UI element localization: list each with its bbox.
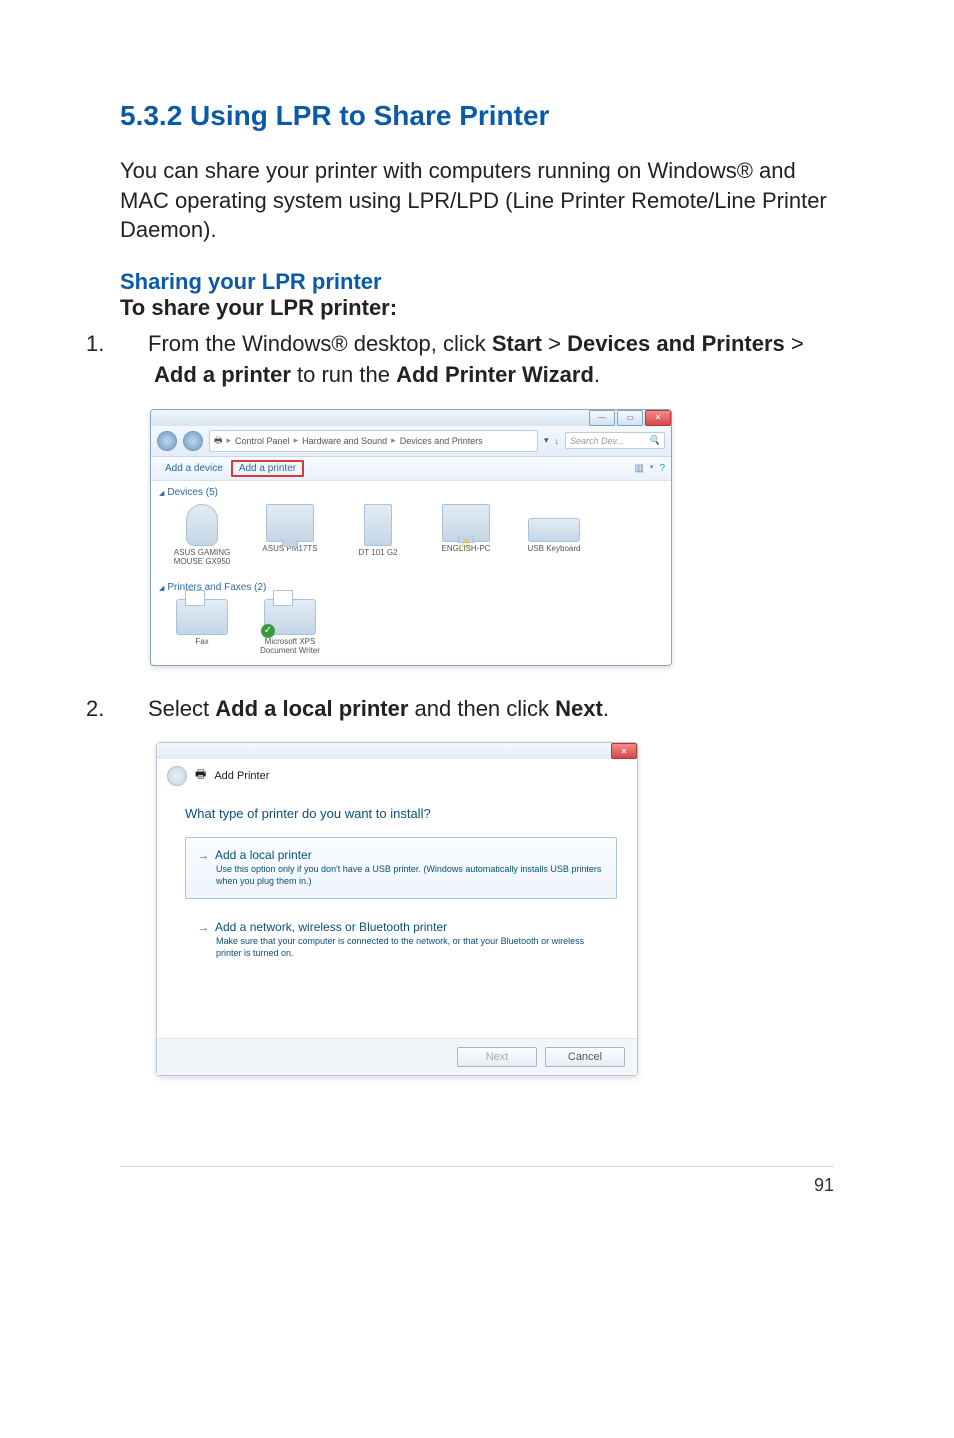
search-icon: 🔍 xyxy=(649,435,660,446)
refresh-icon[interactable]: ↓ xyxy=(555,436,560,446)
printer-icon xyxy=(264,599,316,635)
screenshot-add-printer-wizard: ✕ 🖶 Add Printer What type of printer do … xyxy=(156,742,638,1076)
group-devices-row: ASUS GAMING MOUSE GX950 ASUS PM17TS DT 1… xyxy=(151,500,671,576)
wizard-next-button[interactable]: Next xyxy=(457,1047,537,1067)
step-2-suffix: . xyxy=(603,696,609,721)
option-desc: Use this option only if you don't have a… xyxy=(216,864,604,887)
device-label: ASUS GAMING MOUSE GX950 xyxy=(174,548,230,566)
step-2: 2.Select Add a local printer and then cl… xyxy=(120,694,834,725)
page-number: 91 xyxy=(814,1175,834,1195)
step-1-suffix: . xyxy=(594,362,600,387)
group-printers-header[interactable]: ◢Printers and Faxes (2) xyxy=(151,576,671,595)
device-label: Fax xyxy=(195,637,208,646)
subheading-sharing: Sharing your LPR printer xyxy=(120,269,834,295)
group-printers-title: Printers and Faxes (2) xyxy=(167,582,266,593)
subheading-toshare: To share your LPR printer: xyxy=(120,295,834,321)
wizard-title: Add Printer xyxy=(214,770,269,782)
arrow-icon: → xyxy=(198,922,209,934)
step-2-num: 2. xyxy=(120,694,148,725)
drive-icon xyxy=(364,504,392,546)
group-printers-row: Fax Microsoft XPS Document Writer xyxy=(151,595,671,665)
nav-forward-button[interactable] xyxy=(183,431,203,451)
breadcrumb[interactable]: 🖶 ▸ Control Panel ▸ Hardware and Sound ▸… xyxy=(209,430,538,452)
arrow-icon: → xyxy=(198,850,209,862)
device-item[interactable]: ENGLISH-PC xyxy=(429,504,503,566)
search-input[interactable]: Search Dev... 🔍 xyxy=(565,432,665,449)
breadcrumb-part-0[interactable]: Control Panel xyxy=(235,436,290,446)
step-1-start: Start xyxy=(492,331,542,356)
device-item[interactable]: USB Keyboard xyxy=(517,504,591,566)
option-add-network-printer[interactable]: → Add a network, wireless or Bluetooth pr… xyxy=(185,909,617,970)
device-label: USB Keyboard xyxy=(528,544,581,553)
step-1: 1.From the Windows® desktop, click Start… xyxy=(120,329,834,391)
printer-icon: 🖶 xyxy=(195,765,206,786)
fax-icon xyxy=(176,599,228,635)
toolbar-add-device[interactable]: Add a device xyxy=(157,461,231,476)
window-maximize-button[interactable]: ▭ xyxy=(617,410,643,426)
nav-back-button[interactable] xyxy=(157,431,177,451)
step-1-wizard: Add Printer Wizard xyxy=(396,362,594,387)
step-1-addprinter: Add a printer xyxy=(154,362,291,387)
intro-paragraph: You can share your printer with computer… xyxy=(120,156,834,245)
step-1-devices: Devices and Printers xyxy=(567,331,785,356)
step-1-gt2: > xyxy=(785,331,804,356)
step-1-prefix: From the Windows® desktop, click xyxy=(148,331,492,356)
toolbar-view-icon[interactable]: ▥ xyxy=(634,463,643,474)
group-devices-title: Devices (5) xyxy=(167,487,218,498)
keyboard-icon xyxy=(528,518,580,542)
wizard-back-button[interactable] xyxy=(167,766,187,786)
breadcrumb-icon: 🖶 xyxy=(214,433,223,449)
section-heading: 5.3.2 Using LPR to Share Printer xyxy=(120,100,834,132)
option-add-local-printer[interactable]: → Add a local printer Use this option onl… xyxy=(185,837,617,898)
option-desc: Make sure that your computer is connecte… xyxy=(216,936,604,959)
wizard-question: What type of printer do you want to inst… xyxy=(185,806,617,821)
toolbar-add-printer[interactable]: Add a printer xyxy=(231,460,304,477)
device-label: Microsoft XPS Document Writer xyxy=(260,637,320,655)
step-2-mid: and then click xyxy=(408,696,555,721)
computer-icon xyxy=(442,504,490,542)
group-devices-header[interactable]: ◢Devices (5) xyxy=(151,481,671,500)
device-item[interactable]: Microsoft XPS Document Writer xyxy=(253,599,327,655)
step-1-num: 1. xyxy=(120,329,148,360)
device-item[interactable]: ASUS PM17TS xyxy=(253,504,327,566)
screenshot-devices-printers: — ▭ ✕ 🖶 ▸ Control Panel ▸ Hardware and S… xyxy=(150,409,672,666)
breadcrumb-part-1[interactable]: Hardware and Sound xyxy=(302,436,387,446)
device-label: DT 101 G2 xyxy=(359,548,398,557)
wizard-close-button[interactable]: ✕ xyxy=(611,743,637,759)
step-2-next: Next xyxy=(555,696,603,721)
option-title: Add a network, wireless or Bluetooth pri… xyxy=(215,920,447,934)
search-placeholder: Search Dev... xyxy=(570,436,624,446)
step-1-mid: to run the xyxy=(291,362,396,387)
device-item[interactable]: ASUS GAMING MOUSE GX950 xyxy=(165,504,239,566)
wizard-cancel-button[interactable]: Cancel xyxy=(545,1047,625,1067)
device-item[interactable]: DT 101 G2 xyxy=(341,504,415,566)
step-2-addlocal: Add a local printer xyxy=(215,696,408,721)
step-1-gt1: > xyxy=(542,331,567,356)
window-minimize-button[interactable]: — xyxy=(589,410,615,426)
option-title: Add a local printer xyxy=(215,848,312,862)
device-item[interactable]: Fax xyxy=(165,599,239,655)
step-2-prefix: Select xyxy=(148,696,215,721)
breadcrumb-part-2[interactable]: Devices and Printers xyxy=(400,436,483,446)
mouse-icon xyxy=(186,504,218,546)
window-close-button[interactable]: ✕ xyxy=(645,410,671,426)
toolbar-help-icon[interactable]: ? xyxy=(659,463,665,474)
monitor-icon xyxy=(266,504,314,542)
